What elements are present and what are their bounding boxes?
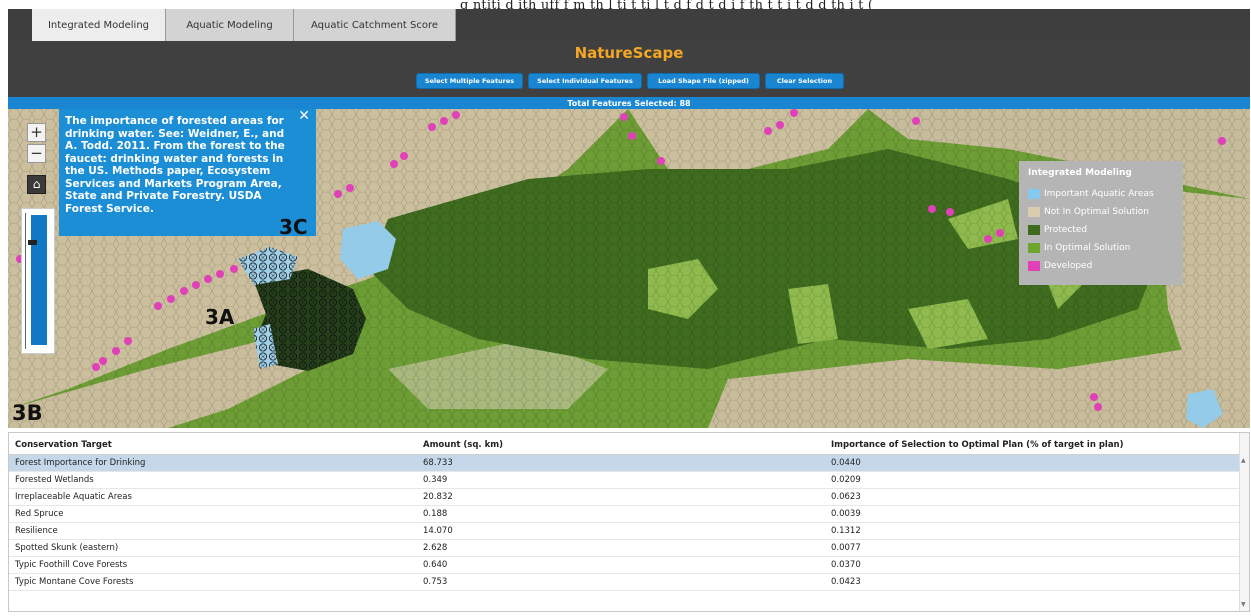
table-scrollbar[interactable]: ▲ ▼ [1239,433,1249,611]
app-title: NatureScape [574,44,684,62]
cell-importance: 0.0370 [831,560,861,570]
tab-aquatic-catchment-score[interactable]: Aquatic Catchment Score [294,9,456,41]
close-icon[interactable]: ✕ [298,109,310,122]
legend-label: Developed [1044,261,1093,271]
cell-importance: 0.0423 [831,577,861,587]
cell-target: Typic Foothill Cove Forests [15,560,128,570]
cell-amount: 68.733 [423,458,453,468]
clear-selection-button[interactable]: Clear Selection [765,73,844,89]
legend-item: Not In Optimal Solution [1028,203,1174,221]
cell-importance: 0.1312 [831,526,861,536]
cell-target: Forest Importance for Drinking [15,458,146,468]
scroll-down-icon[interactable]: ▼ [1241,601,1246,608]
home-icon[interactable]: ⌂ [27,175,46,194]
column-header-target[interactable]: Conservation Target [15,440,112,450]
load-shape-file-button[interactable]: Load Shape File (zipped) [647,73,760,89]
table-row[interactable]: Red Spruce 0.188 0.0039 [9,506,1240,523]
cell-importance: 0.0623 [831,492,861,502]
conservation-targets-table: Conservation Target Amount (sq. km) Impo… [8,432,1250,612]
cell-target: Spotted Skunk (eastern) [15,543,119,553]
cell-importance: 0.0440 [831,458,861,468]
cell-target: Typic Montane Cove Forests [15,577,134,587]
cell-amount: 2.628 [423,543,448,553]
label-3c: 3C [279,215,308,239]
table-row[interactable]: Irreplaceable Aquatic Areas 20.832 0.062… [9,489,1240,506]
cell-amount: 0.349 [423,475,448,485]
cell-importance: 0.0077 [831,543,861,553]
tab-bar: Integrated Modeling Aquatic Modeling Aqu… [8,9,1250,41]
scroll-up-icon[interactable]: ▲ [1241,457,1246,464]
cell-target: Forested Wetlands [15,475,94,485]
slider-track [25,213,26,349]
legend-title: Integrated Modeling [1028,168,1132,178]
legend-label: In Optimal Solution [1044,243,1131,253]
label-3a: 3A [205,305,235,329]
table-row[interactable]: Spotted Skunk (eastern) 2.628 0.0077 [9,540,1240,557]
cell-amount: 14.070 [423,526,453,536]
legend-item: Important Aquatic Areas [1028,185,1174,203]
zoom-in-button[interactable]: + [27,123,46,142]
legend-swatch [1028,225,1040,235]
column-header-importance[interactable]: Importance of Selection to Optimal Plan … [831,440,1124,450]
legend-item: Protected [1028,221,1174,239]
table-row[interactable]: Typic Montane Cove Forests 0.753 0.0423 [9,574,1240,591]
legend-item: In Optimal Solution [1028,239,1174,257]
legend-label: Not In Optimal Solution [1044,207,1149,217]
features-selected-status: Total Features Selected: 88 [8,97,1250,109]
cell-target: Irreplaceable Aquatic Areas [15,492,132,502]
legend-item: Developed [1028,257,1174,275]
opacity-slider[interactable] [21,208,55,354]
zoom-out-button[interactable]: − [27,144,46,163]
map-legend: Integrated Modeling Important Aquatic Ar… [1019,161,1183,285]
table-row[interactable]: Forested Wetlands 0.349 0.0209 [9,472,1240,489]
cell-amount: 20.832 [423,492,453,502]
slider-fill [31,215,47,345]
table-row[interactable]: Typic Foothill Cove Forests 0.640 0.0370 [9,557,1240,574]
table-header: Conservation Target Amount (sq. km) Impo… [9,433,1240,455]
app-header: NatureScape Select Multiple Features Sel… [8,41,1250,97]
legend-swatch [1028,207,1040,217]
map-view[interactable]: + − ⌂ The importance of forested areas f… [8,109,1250,428]
cell-amount: 0.188 [423,509,448,519]
select-multiple-features-button[interactable]: Select Multiple Features [416,73,523,89]
legend-label: Protected [1044,225,1088,235]
legend-swatch [1028,261,1040,271]
legend-swatch [1028,243,1040,253]
tab-integrated-modeling[interactable]: Integrated Modeling [32,9,166,41]
cell-target: Resilience [15,526,58,536]
select-individual-features-button[interactable]: Select Individual Features [528,73,642,89]
cell-target: Red Spruce [15,509,64,519]
legend-label: Important Aquatic Areas [1044,189,1154,199]
tab-aquatic-modeling[interactable]: Aquatic Modeling [166,9,294,41]
cell-importance: 0.0039 [831,509,861,519]
table-row[interactable]: Forest Importance for Drinking 68.733 0.… [9,455,1240,472]
popup-text: The importance of forested areas for dri… [65,115,285,215]
column-header-amount[interactable]: Amount (sq. km) [423,440,503,450]
info-popup: The importance of forested areas for dri… [59,109,316,236]
cell-amount: 0.640 [423,560,448,570]
label-3b: 3B [12,401,43,425]
table-row[interactable]: Resilience 14.070 0.1312 [9,523,1240,540]
cell-importance: 0.0209 [831,475,861,485]
cell-amount: 0.753 [423,577,448,587]
legend-swatch [1028,189,1040,199]
slider-handle[interactable] [28,240,37,245]
